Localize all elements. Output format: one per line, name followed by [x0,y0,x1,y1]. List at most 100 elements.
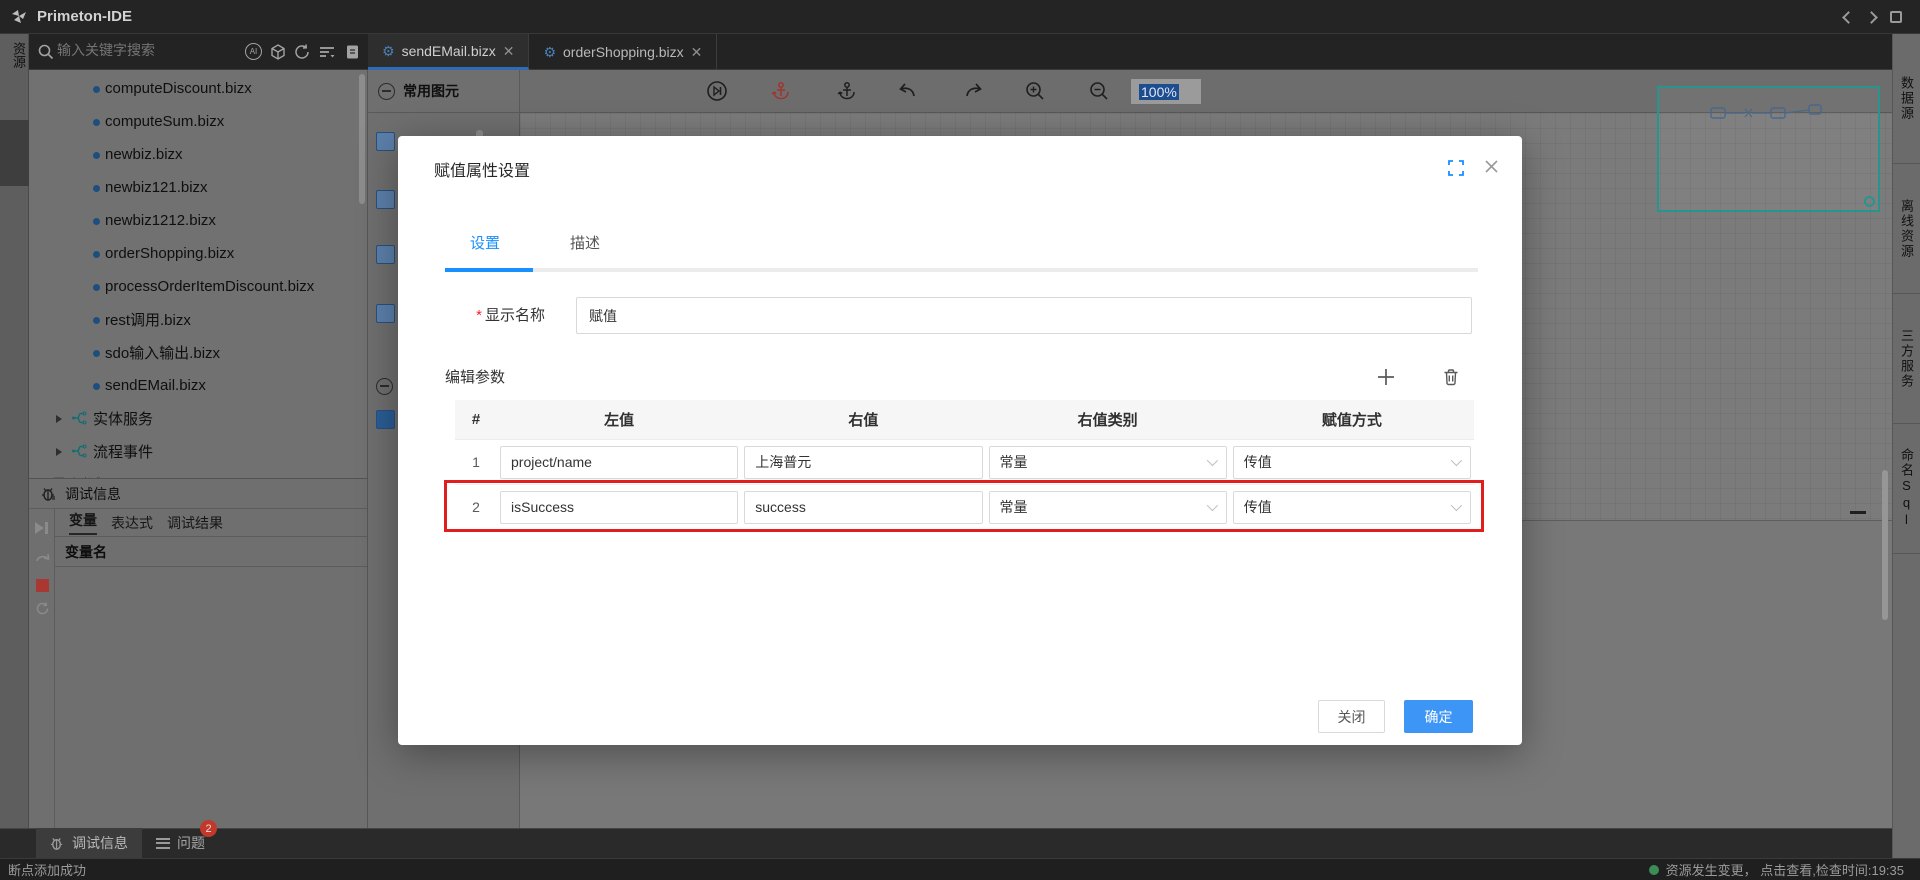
zoom-level-input[interactable]: 100% [1130,78,1202,105]
tree-item[interactable]: newbiz121.bizx [29,171,367,204]
app-logo-icon [10,8,28,26]
required-mark: * [476,307,482,324]
palette-shape-icon[interactable] [376,410,395,429]
zoom-out-icon[interactable] [1088,80,1110,102]
ok-button[interactable]: 确定 [1404,700,1473,733]
dialog-tab-settings[interactable]: 设置 [470,232,500,253]
gear-icon: ⚙ [543,45,556,59]
right-tab-thirdparty-services[interactable]: 三方服务 [1893,294,1920,424]
tree-item-entity-services[interactable]: 实体服务 [29,402,367,435]
bottom-tab-problems[interactable]: 问题 2 [142,828,219,858]
export-view-icon[interactable] [344,43,362,61]
right-type-select[interactable]: 常量 [989,446,1227,479]
refresh-icon[interactable] [293,43,311,61]
nav-back-icon[interactable] [1842,11,1855,24]
tab-sendemail[interactable]: ⚙ sendEMail.bizx ✕ [368,34,529,70]
step-over-icon[interactable] [35,551,51,565]
fullscreen-icon[interactable] [1448,160,1464,176]
status-message: 断点添加成功 [8,860,86,879]
cube-icon[interactable] [269,43,287,61]
assign-mode-select[interactable]: 传值 [1233,446,1471,479]
palette-shape-icon[interactable] [376,245,395,264]
tab-ordershopping[interactable]: ⚙ orderShopping.bizx ✕ [529,34,717,70]
resource-status-dot-icon [1649,865,1659,875]
zoom-in-icon[interactable] [1024,80,1046,102]
ai-icon[interactable]: AI [245,43,262,60]
palette-shape-icon[interactable] [376,190,395,209]
caret-right-icon[interactable] [56,448,62,456]
tab-debug-results[interactable]: 调试结果 [167,513,223,533]
col-left-value: 左值 [497,409,741,430]
restart-icon[interactable] [35,601,50,616]
activity-bar: 资源 [0,34,29,858]
minimap[interactable] [1657,86,1880,212]
right-tab-named-sql[interactable]: 命名Sql [1893,424,1920,554]
tab-rail [445,268,1478,272]
dialog-tab-description[interactable]: 描述 [570,232,600,253]
tab-expressions[interactable]: 表达式 [111,513,153,533]
close-icon[interactable]: ✕ [503,44,515,58]
active-tab-indicator [445,268,533,272]
undo-icon[interactable] [897,80,919,102]
zoom-level-value: 100% [1139,84,1179,100]
window-restore-icon[interactable] [1890,11,1902,23]
resource-change-notice[interactable]: 资源发生变更， 点击查看,检查时间:19:35 [1666,860,1904,879]
tree-item-test[interactable]: 测试 [29,468,367,478]
tab-variables[interactable]: 变量 [69,510,97,535]
tree-item[interactable]: processOrderItemDiscount.bizx [29,270,367,303]
search-icon [37,43,55,61]
delete-row-icon[interactable] [1442,368,1460,386]
display-name-input[interactable] [576,297,1472,334]
palette-header[interactable]: 常用图元 [368,70,519,113]
debug-run-icon[interactable] [706,80,728,102]
sort-list-icon[interactable] [318,43,336,61]
gear-icon: ⚙ [382,44,395,58]
debug-toolbar [29,509,55,828]
search-input[interactable] [57,42,227,58]
palette-shape-icon[interactable] [376,132,395,151]
close-icon[interactable] [1484,159,1499,174]
close-icon[interactable]: ✕ [691,45,703,59]
tree-item[interactable]: orderShopping.bizx [29,237,367,270]
row-index: 1 [455,454,497,470]
close-button[interactable]: 关闭 [1318,700,1385,733]
palette-shape-icon[interactable] [376,304,395,323]
minimap-flow-preview [1659,88,1878,148]
tree-scrollbar[interactable] [359,74,365,204]
tree-item[interactable]: newbiz.bizx [29,138,367,171]
panel-collapse-icon[interactable] [1850,511,1866,514]
collapse-circle-icon[interactable] [378,83,395,100]
resource-tree-panel: computeDiscount.bizx computeSum.bizx new… [29,70,368,478]
tree-item[interactable]: computeSum.bizx [29,105,367,138]
tree-item[interactable]: newbiz1212.bizx [29,204,367,237]
tree-item-process-events[interactable]: 流程事件 [29,435,367,468]
anchor-icon[interactable] [836,80,858,102]
right-value-input[interactable] [744,446,982,479]
app-title: Primeton-IDE [37,8,132,25]
bottom-tab-debug-info[interactable]: 调试信息 [36,828,142,858]
right-tab-datasource[interactable]: 数据源 [1893,34,1920,164]
caret-right-icon[interactable] [56,415,62,423]
branch-icon [71,410,87,426]
left-value-input[interactable] [500,446,738,479]
tab-label: sendEMail.bizx [402,43,496,59]
bottom-tab-bar: 调试信息 问题 2 [0,828,1892,858]
resume-icon[interactable] [35,521,48,539]
tree-item[interactable]: rest调用.bizx [29,303,367,336]
stop-icon[interactable] [36,579,49,592]
canvas-scrollbar[interactable] [1882,470,1888,620]
redo-icon[interactable] [962,80,984,102]
dialog-title: 赋值属性设置 [434,157,530,181]
collapse-circle-icon[interactable] [376,378,393,395]
minimap-handle-icon[interactable] [1864,196,1875,207]
tree-item[interactable]: sendEMail.bizx [29,369,367,402]
tree-item[interactable]: sdo输入输出.bizx [29,336,367,369]
add-row-icon[interactable] [1376,367,1396,387]
remove-breakpoint-anchor-icon[interactable] [770,80,792,102]
activity-bar-shade [0,120,29,186]
right-tab-offline-resources[interactable]: 离线资源 [1893,164,1920,294]
tree-item[interactable]: computeDiscount.bizx [29,72,367,105]
activity-tab-resources[interactable]: 资源 [0,42,28,68]
nav-forward-icon[interactable] [1865,11,1878,24]
assignment-properties-dialog: 赋值属性设置 设置 描述 *显示名称 编辑参数 # 左值 右值 右值类别 赋值方… [398,136,1522,745]
